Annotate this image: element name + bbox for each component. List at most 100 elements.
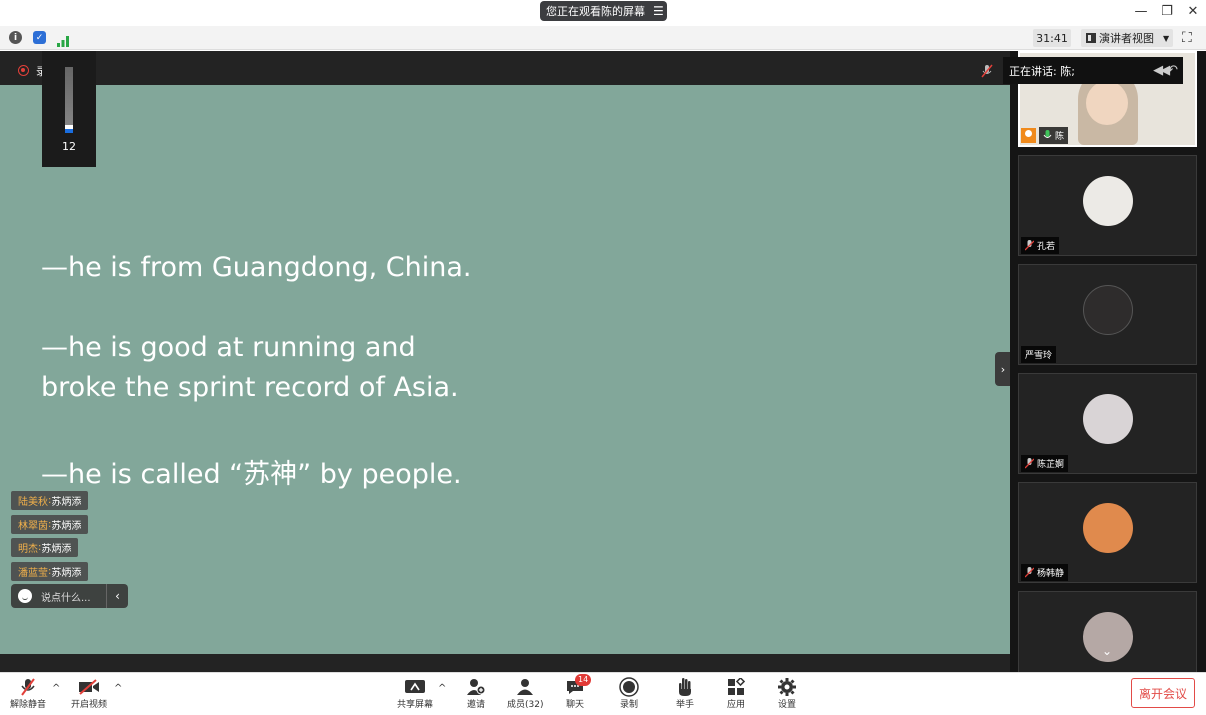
meeting-toolbar: 解除静音 ^ 开启视频 ^ 共享屏幕 ^ 邀请 成员(32) 14 聊天 录制 … bbox=[0, 672, 1206, 715]
menu-icon[interactable]: ☰ bbox=[653, 5, 664, 17]
chevron-down-icon[interactable]: ⌄ bbox=[1102, 644, 1112, 658]
view-mode-label: 演讲者视图 bbox=[1099, 32, 1154, 45]
participant-label: 孔若 bbox=[1021, 237, 1060, 254]
chat-button[interactable]: 14 聊天 bbox=[564, 674, 592, 710]
mic-muted-icon bbox=[1025, 458, 1034, 469]
chat-message: 林翠茵: 苏炳添 bbox=[11, 515, 89, 534]
emoji-icon[interactable] bbox=[18, 589, 32, 603]
shield-icon[interactable]: ✓ bbox=[33, 31, 46, 44]
slide-line: —he is good at running and bbox=[41, 332, 416, 363]
participant-tile[interactable]: 孔若 bbox=[1018, 155, 1197, 256]
chat-sender: 明杰 bbox=[18, 544, 38, 555]
slide-line: —he is called “苏神” by people. bbox=[41, 459, 462, 490]
chat-icon: 14 bbox=[564, 674, 592, 697]
record-dot-icon bbox=[18, 65, 29, 76]
minimize-icon[interactable]: — bbox=[1131, 4, 1151, 19]
gallery-toggle-button[interactable]: › bbox=[995, 352, 1011, 386]
info-icon[interactable]: i bbox=[9, 31, 22, 44]
chat-sender: 陆美秋 bbox=[18, 497, 48, 508]
leave-meeting-button[interactable]: 离开会议 bbox=[1131, 678, 1195, 708]
view-mode-button[interactable]: 演讲者视图 ▼ bbox=[1081, 29, 1173, 47]
undo-arrows-icon[interactable]: ◀◀↶ bbox=[1153, 63, 1178, 78]
host-icon bbox=[1021, 128, 1036, 143]
chevron-up-icon[interactable]: ^ bbox=[438, 683, 446, 694]
unmute-button[interactable]: 解除静音 bbox=[10, 677, 46, 710]
record-label: 录制 bbox=[619, 700, 638, 710]
invite-button[interactable]: 邀请 bbox=[465, 677, 487, 710]
chat-input[interactable]: 说点什么... ‹ bbox=[11, 584, 128, 608]
participant-name: 陈芷婀 bbox=[1037, 460, 1065, 470]
participant-name: 杨韩静 bbox=[1037, 569, 1065, 579]
apps-button[interactable]: 应用 bbox=[725, 677, 747, 710]
start-video-label: 开启视频 bbox=[71, 700, 108, 710]
share-screen-label: 共享屏幕 bbox=[397, 700, 434, 710]
slide-line: —he is from Guangdong, China. bbox=[41, 252, 472, 283]
chevron-up-icon[interactable]: ^ bbox=[114, 683, 122, 694]
add-user-icon bbox=[465, 677, 487, 697]
fullscreen-icon[interactable]: ⛶ bbox=[1182, 30, 1192, 46]
apps-icon bbox=[725, 677, 747, 697]
chat-message: 潘蓝莹: 苏炳添 bbox=[11, 562, 89, 581]
chat-message: 明杰: 苏炳添 bbox=[11, 538, 79, 557]
participant-tile[interactable]: 杨韩静 bbox=[1018, 482, 1197, 583]
chevron-left-icon[interactable]: ‹ bbox=[106, 584, 128, 608]
chat-text: 苏炳添 bbox=[51, 521, 82, 532]
active-speaker-text: 正在讲话: 陈; bbox=[1009, 64, 1075, 78]
screen-share-notice[interactable]: 您正在观看陈的屏幕 ☰ bbox=[540, 1, 667, 21]
avatar bbox=[1083, 503, 1133, 553]
chat-text: 苏炳添 bbox=[51, 497, 82, 508]
start-video-button[interactable]: 开启视频 bbox=[71, 677, 107, 710]
participant-tile[interactable]: 严雪玲 bbox=[1018, 264, 1197, 365]
participant-label: 陈 bbox=[1039, 127, 1069, 144]
raise-hand-label: 举手 bbox=[675, 700, 694, 710]
share-notice-text: 您正在观看陈的屏幕 bbox=[546, 5, 645, 18]
active-speaker-indicator: 正在讲话: 陈; ◀◀↶ bbox=[1003, 57, 1183, 84]
participant-name: 严雪玲 bbox=[1025, 351, 1053, 361]
chevron-up-icon[interactable]: ^ bbox=[52, 683, 60, 694]
chat-placeholder[interactable]: 说点什么... bbox=[41, 589, 106, 604]
settings-label: 设置 bbox=[777, 700, 796, 710]
chat-sender: 林翠茵 bbox=[18, 521, 48, 532]
mic-muted-icon[interactable] bbox=[980, 63, 994, 78]
camera-off-icon bbox=[78, 677, 100, 697]
chat-badge: 14 bbox=[575, 674, 592, 686]
title-bar: 您正在观看陈的屏幕 ☰ — ❐ ✕ bbox=[0, 0, 1206, 26]
mic-muted-icon bbox=[1025, 240, 1034, 251]
record-button[interactable]: 录制 bbox=[618, 677, 640, 710]
participants-label: 成员(32) bbox=[507, 700, 544, 710]
mic-on-icon bbox=[1043, 130, 1052, 138]
presentation-slide: —he is from Guangdong, China. —he is goo… bbox=[0, 85, 1010, 654]
share-screen-button[interactable]: 共享屏幕 bbox=[397, 677, 433, 710]
chat-text: 苏炳添 bbox=[51, 568, 82, 579]
raise-hand-button[interactable]: 举手 bbox=[674, 677, 696, 710]
hand-icon bbox=[674, 677, 696, 697]
avatar bbox=[1083, 394, 1133, 444]
participants-icon bbox=[514, 677, 536, 697]
record-icon bbox=[618, 677, 640, 697]
participant-label: 严雪玲 bbox=[1021, 346, 1057, 363]
slide-line: broke the sprint record of Asia. bbox=[41, 372, 459, 403]
unmute-label: 解除静音 bbox=[10, 700, 47, 710]
mic-level-meter bbox=[65, 67, 73, 133]
mic-level-fill bbox=[65, 125, 73, 133]
share-toolstrip: 录 bbox=[0, 51, 1010, 85]
restore-icon[interactable]: ❐ bbox=[1157, 4, 1177, 19]
signal-icon[interactable] bbox=[57, 32, 69, 47]
participant-tile[interactable]: 陈芷婀 bbox=[1018, 373, 1197, 474]
participants-button[interactable]: 成员(32) bbox=[507, 677, 543, 710]
face-shape bbox=[1086, 81, 1128, 125]
meeting-timer: 31:41 bbox=[1033, 29, 1071, 47]
mic-level-value: 12 bbox=[62, 140, 76, 153]
settings-button[interactable]: 设置 bbox=[776, 677, 798, 710]
participant-name: 孔若 bbox=[1037, 242, 1056, 252]
shared-screen-area: 录 —he is from Guangdong, China. —he is g… bbox=[0, 51, 1010, 672]
close-icon[interactable]: ✕ bbox=[1183, 4, 1203, 19]
mic-muted-icon bbox=[17, 677, 39, 697]
speaker-view-icon bbox=[1086, 33, 1096, 43]
participant-label: 陈芷婀 bbox=[1021, 455, 1069, 472]
participant-label: 杨韩静 bbox=[1021, 564, 1069, 581]
chat-text: 苏炳添 bbox=[41, 544, 72, 555]
mic-muted-icon bbox=[1025, 567, 1034, 578]
participant-tile[interactable]: ⌄ bbox=[1018, 591, 1197, 672]
avatar bbox=[1083, 176, 1133, 226]
